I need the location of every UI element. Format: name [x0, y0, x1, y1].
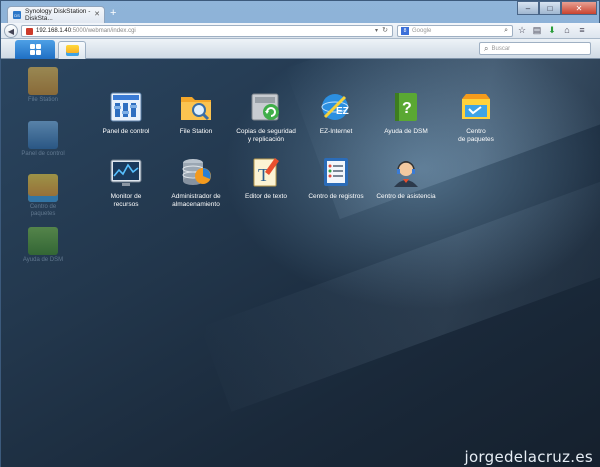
site-identity-icon [26, 27, 33, 35]
new-tab-button[interactable]: + [110, 7, 116, 19]
storage-manager-icon [179, 156, 213, 188]
title-bar: DS Synology DiskStation - DiskSta... ✕ +… [1, 1, 600, 23]
app-label: Editor de texto [245, 193, 287, 200]
browser-search-field[interactable]: 8 Google ⌕ [397, 25, 513, 37]
app-dsm-help[interactable]: ? Ayuda de DSM [369, 91, 443, 136]
back-button[interactable]: ◀ [4, 24, 18, 38]
dsm-taskbar: ⌕ Buscar [1, 39, 600, 59]
svg-text:?: ? [402, 100, 412, 117]
app-resource-monitor[interactable]: Monitor de recursos [89, 156, 163, 208]
browser-window: DS Synology DiskStation - DiskSta... ✕ +… [0, 0, 600, 467]
synology-favicon-icon: DS [13, 11, 21, 19]
bookmark-star-icon[interactable]: ☆ [517, 25, 527, 36]
app-label: Centro de registros [308, 193, 364, 200]
desktop-shortcut-package-center[interactable]: Centro de paquetes [19, 174, 67, 218]
app-label: File Station [179, 128, 213, 135]
package-center-icon [65, 45, 79, 56]
dsm-desktop: File Station Panel de control Centro de … [1, 59, 600, 467]
close-window-button[interactable]: ✕ [561, 1, 597, 15]
app-support-center[interactable]: Centro de asistencia [369, 156, 443, 201]
minimize-button[interactable]: – [517, 1, 539, 15]
app-label: Copias de seguridad y replicación [236, 128, 296, 143]
control-panel-icon [109, 91, 143, 123]
app-ez-internet[interactable]: EZ EZ-Internet [299, 91, 373, 136]
app-label: Administrador de almacenamiento [171, 193, 221, 208]
app-storage-manager[interactable]: Administrador de almacenamiento [159, 156, 233, 208]
main-menu-button[interactable] [15, 40, 55, 59]
app-control-panel[interactable]: Panel de control [89, 91, 163, 136]
maximize-button[interactable]: □ [539, 1, 561, 15]
text-editor-icon: T [249, 156, 283, 188]
browser-tab[interactable]: DS Synology DiskStation - DiskSta... ✕ [7, 6, 105, 23]
tab-close-icon[interactable]: ✕ [94, 10, 100, 18]
dsm-search-placeholder: Buscar [491, 45, 511, 52]
desktop-shortcut-help[interactable]: Ayuda de DSM [19, 227, 67, 264]
support-center-icon [389, 156, 423, 188]
desktop-shortcut-file-station[interactable]: File Station [19, 67, 67, 104]
search-icon: ⌕ [484, 43, 489, 53]
package-center-icon [28, 174, 58, 202]
app-text-editor[interactable]: T Editor de texto [229, 156, 303, 201]
app-label: Centro de asistencia [376, 193, 436, 200]
address-bar[interactable]: 192.168.1.40:5000/webman/index.cgi ▾ ↻ [21, 25, 393, 37]
desktop-shortcut-control-panel[interactable]: Panel de control [19, 121, 67, 158]
backup-icon [249, 91, 283, 123]
app-label: Centro de paquetes [458, 128, 494, 143]
url-host: 192.168.1.40 [36, 28, 72, 34]
log-center-icon [319, 156, 353, 188]
app-package-center[interactable]: Centro de paquetes [439, 91, 513, 143]
shortcut-label: Ayuda de DSM [22, 257, 64, 263]
app-file-station[interactable]: File Station [159, 91, 233, 136]
reload-icon[interactable]: ↻ [382, 26, 388, 34]
ez-internet-icon: EZ [319, 91, 353, 123]
google-engine-icon[interactable]: 8 [401, 27, 409, 35]
toolbar-icons: ☆ ▤ ⬇ ⌂ ≡ [517, 25, 587, 36]
bookmarks-list-icon[interactable]: ▤ [532, 25, 542, 36]
window-controls: – □ ✕ [517, 1, 597, 15]
svg-text:EZ: EZ [336, 106, 349, 117]
watermark-text: jorgedelacruz.es [464, 448, 593, 466]
tab-title: Synology DiskStation - DiskSta... [25, 8, 91, 22]
folder-icon [28, 67, 58, 95]
app-label: Ayuda de DSM [384, 128, 428, 135]
folder-search-icon [179, 91, 213, 123]
app-label: Panel de control [102, 128, 150, 135]
package-center-icon [459, 91, 493, 123]
shortcut-label: Centro de paquetes [29, 204, 57, 217]
search-icon[interactable]: ⌕ [504, 27, 508, 35]
package-center-taskbar-button[interactable] [58, 41, 86, 59]
menu-icon[interactable]: ≡ [577, 25, 587, 36]
app-label: Monitor de recursos [110, 193, 142, 208]
help-book-icon [28, 227, 58, 255]
download-icon[interactable]: ⬇ [547, 25, 557, 36]
svg-text:T: T [258, 165, 269, 185]
app-label: EZ-Internet [319, 128, 353, 135]
dsm-search-input[interactable]: ⌕ Buscar [479, 42, 591, 55]
home-icon[interactable]: ⌂ [562, 25, 572, 36]
navigation-bar: ◀ 192.168.1.40:5000/webman/index.cgi ▾ ↻… [1, 23, 600, 39]
app-log-center[interactable]: Centro de registros [299, 156, 373, 201]
resource-monitor-icon [109, 156, 143, 188]
help-book-icon: ? [389, 91, 423, 123]
shortcut-label: File Station [27, 97, 58, 103]
url-dropdown-icon[interactable]: ▾ [375, 27, 378, 34]
shortcut-label: Panel de control [21, 151, 65, 157]
browser-search-placeholder: Google [412, 28, 432, 34]
app-backup-replication[interactable]: Copias de seguridad y replicación [229, 91, 303, 143]
url-path: :5000/webman/index.cgi [71, 28, 136, 34]
control-panel-icon [28, 121, 58, 149]
